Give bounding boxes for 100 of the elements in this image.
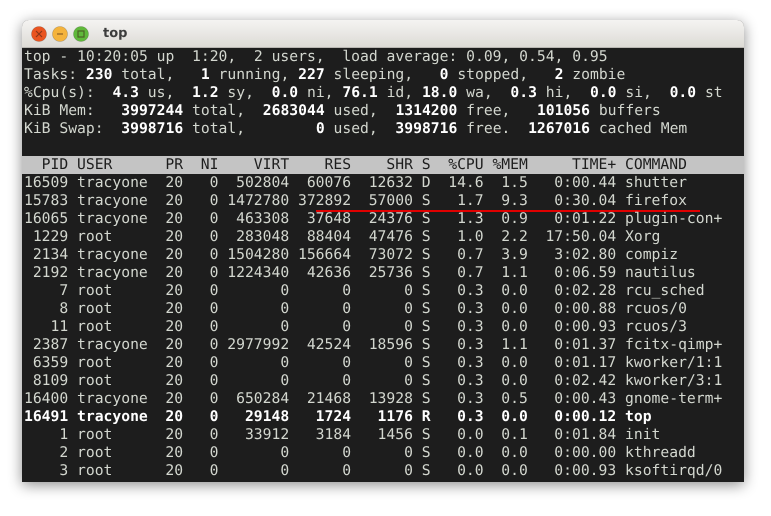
table-cell-text: 20: [164, 408, 184, 426]
table-cell-text: 0.3: [456, 300, 484, 318]
table-cell-text: root: [77, 444, 114, 462]
table-cell-text: shutter: [625, 174, 688, 192]
table-cell-text: 0.0: [500, 300, 528, 318]
column-header: VIRT: [252, 156, 290, 174]
table-cell-text: 20: [164, 192, 184, 210]
table-cell: 16491: [24, 408, 68, 426]
table-cell-text: 60076: [306, 174, 352, 192]
table-cell: S: [422, 390, 431, 408]
table-cell-text: 12632: [368, 174, 413, 192]
table-cell-text: 0:00.12: [553, 408, 616, 426]
table-cell-text: 0: [208, 372, 218, 390]
column-header: COMMAND: [625, 156, 688, 174]
table-cell-text: 20: [164, 372, 184, 390]
table-cell-text: 0: [208, 354, 218, 372]
table-cell-text: 0.3: [456, 318, 484, 336]
table-cell: tracyone: [77, 336, 148, 354]
table-cell: S: [422, 336, 431, 354]
table-cell-text: 0:00.93: [553, 318, 616, 336]
table-cell: 1504280: [227, 246, 290, 264]
table-cell-text: 0: [208, 390, 218, 408]
table-cell: D: [422, 174, 431, 192]
table-cell-text: 1.1: [500, 264, 528, 282]
table-cell: tracyone: [77, 408, 148, 426]
table-cell-text: 1.7: [456, 192, 484, 210]
table-cell: R: [422, 408, 431, 426]
table-cell-text: 1456: [376, 426, 413, 444]
table-cell-text: 14.6: [447, 174, 484, 192]
table-cell-text: 0.3: [456, 354, 484, 372]
table-cell: kworker/1:1: [625, 354, 722, 372]
table-cell-text: 0:00.88: [553, 300, 616, 318]
table-cell-text: 0.7: [456, 264, 484, 282]
table-cell-text: 20: [164, 444, 184, 462]
table-cell-text: 502804: [235, 174, 290, 192]
table-cell: S: [422, 300, 431, 318]
table-cell: 15783: [24, 192, 68, 210]
maximize-icon[interactable]: [73, 26, 89, 42]
table-cell-text: 3: [58, 462, 68, 480]
table-cell: 1472780: [227, 192, 290, 210]
summary-line: KiB Mem: 3997244 total, 2683044 used, 1314200 free, 101056 buffers: [24, 102, 662, 120]
table-cell-text: 37648: [306, 210, 352, 228]
table-cell-text: root: [77, 318, 114, 336]
table-cell-text: 0: [208, 336, 218, 354]
table-cell-text: 0: [341, 372, 352, 390]
table-cell-text: 0.3: [456, 336, 484, 354]
table-cell: S: [422, 264, 431, 282]
table-cell-text: 0: [403, 354, 413, 372]
table-cell-text: 0: [279, 354, 290, 372]
close-icon[interactable]: [31, 26, 47, 42]
summary-line: Tasks: 230 total, 1 running, 227 sleeping, 0 stopped, 2 zombie: [24, 66, 626, 84]
table-cell-text: 1.5: [500, 174, 528, 192]
table-cell-text: 0.3: [456, 408, 484, 426]
table-cell-text: 0: [341, 354, 352, 372]
table-cell-text: 0: [208, 192, 218, 210]
table-cell-text: 0: [208, 174, 218, 192]
table-cell-text: 21468: [306, 390, 352, 408]
table-cell-text: 3184: [314, 426, 352, 444]
table-cell-text: 0.7: [456, 246, 484, 264]
table-cell: 16065: [24, 210, 68, 228]
table-cell-text: 0.0: [456, 444, 484, 462]
table-cell-text: 0.9: [500, 210, 528, 228]
table-cell-text: 20: [164, 282, 184, 300]
table-cell-text: 57000: [368, 192, 413, 210]
table-cell-text: 47476: [368, 228, 413, 246]
column-header: PID: [40, 156, 68, 174]
table-cell-text: 0: [341, 282, 352, 300]
table-cell-text: root: [77, 282, 114, 300]
table-cell: S: [422, 426, 431, 444]
column-header: S: [422, 156, 431, 174]
minimize-icon[interactable]: [52, 26, 68, 42]
table-cell: S: [422, 354, 431, 372]
table-cell-text: 0: [403, 462, 413, 480]
table-cell-text: 0:00.93: [553, 462, 616, 480]
table-cell-text: 7: [58, 282, 68, 300]
table-cell: S: [422, 246, 431, 264]
table-cell-text: 2: [58, 444, 68, 462]
table-cell-text: 8: [58, 300, 68, 318]
table-cell-text: 9.3: [500, 192, 528, 210]
table-cell-text: nautilus: [625, 264, 697, 282]
table-cell-text: root: [77, 426, 114, 444]
table-cell-text: 1.0: [456, 228, 484, 246]
column-header: USER: [77, 156, 114, 174]
table-cell-text: 0: [208, 318, 218, 336]
table-cell-text: 0: [208, 246, 218, 264]
table-cell-text: 0: [403, 300, 413, 318]
table-cell-text: compiz: [625, 246, 680, 264]
table-cell-text: 0:00.44: [553, 174, 616, 192]
table-cell: tracyone: [77, 210, 148, 228]
table-cell-text: root: [77, 354, 114, 372]
table-cell-text: 0: [279, 282, 290, 300]
table-cell-text: 0: [403, 318, 413, 336]
table-cell-text: 0: [403, 444, 413, 462]
table-cell-text: 0: [403, 282, 413, 300]
table-cell-text: 0: [341, 462, 352, 480]
table-cell-text: 0.0: [500, 462, 528, 480]
table-cell-text: 17:50.04: [544, 228, 616, 246]
table-cell-text: 0: [403, 372, 413, 390]
table-cell-text: root: [77, 300, 114, 318]
table-cell-text: 0.0: [500, 318, 528, 336]
